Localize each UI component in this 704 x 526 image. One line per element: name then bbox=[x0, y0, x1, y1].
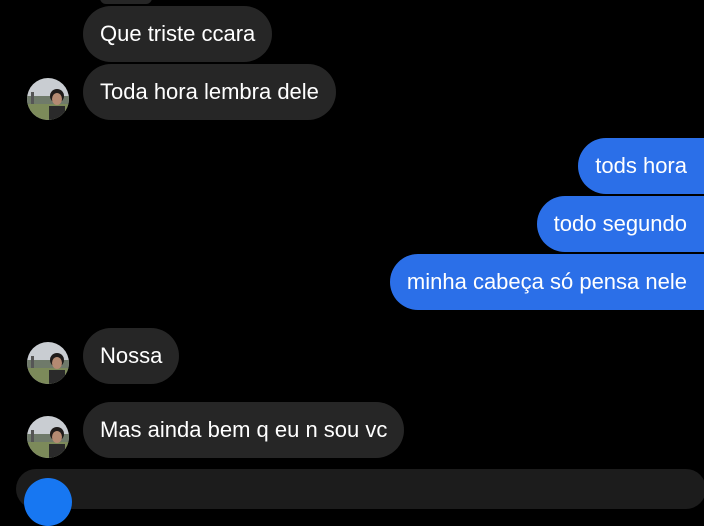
contact-avatar[interactable] bbox=[27, 78, 69, 120]
message-received[interactable]: Nossa bbox=[83, 328, 180, 384]
contact-avatar[interactable] bbox=[27, 342, 69, 384]
previous-message-edge bbox=[100, 0, 152, 4]
message-text: Que triste ccara bbox=[100, 21, 256, 46]
message-text: tods hora bbox=[595, 153, 687, 178]
contact-avatar[interactable] bbox=[27, 416, 69, 458]
message-text: Mas ainda bem q eu n sou vc bbox=[100, 417, 388, 442]
message-received[interactable]: Que triste ccara bbox=[83, 6, 273, 62]
camera-icon[interactable] bbox=[24, 478, 72, 526]
avatar-photo-icon bbox=[27, 78, 69, 120]
message-text: minha cabeça só pensa nele bbox=[406, 269, 687, 294]
message-composer[interactable] bbox=[16, 469, 704, 509]
message-received[interactable]: Toda hora lembra dele bbox=[83, 64, 336, 120]
message-sent[interactable]: todo segundo bbox=[536, 196, 704, 252]
message-received[interactable]: Mas ainda bem q eu n sou vc bbox=[83, 402, 405, 458]
avatar-photo-icon bbox=[27, 416, 69, 458]
message-sent[interactable]: minha cabeça só pensa nele bbox=[389, 254, 704, 310]
message-text: Nossa bbox=[100, 343, 163, 368]
message-sent[interactable]: tods hora bbox=[578, 138, 704, 194]
message-text: todo segundo bbox=[553, 211, 687, 236]
message-text: Toda hora lembra dele bbox=[100, 79, 319, 104]
avatar-photo-icon bbox=[27, 342, 69, 384]
